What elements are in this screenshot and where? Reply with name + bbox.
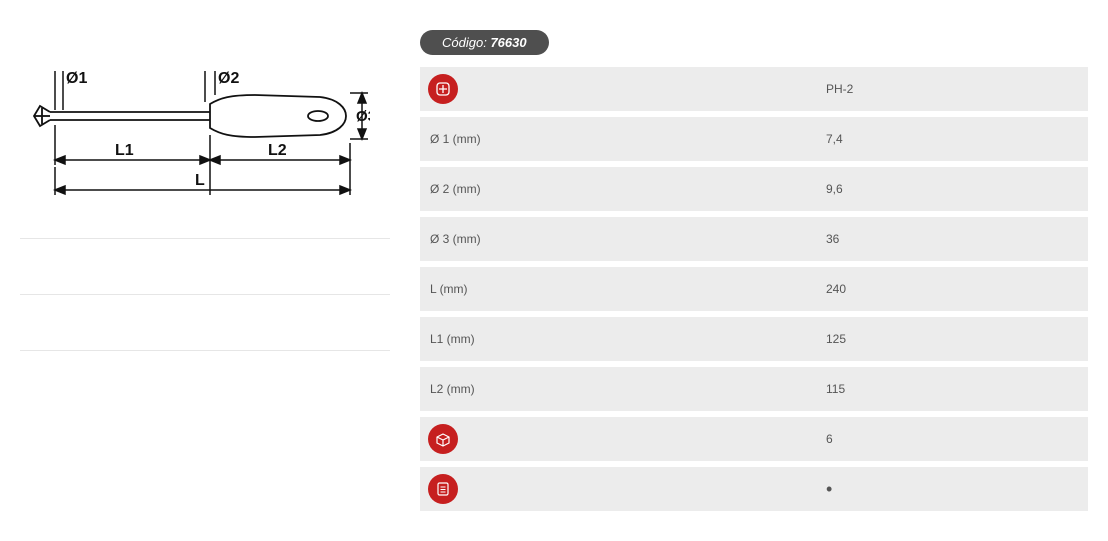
spec-value: 6: [826, 432, 833, 446]
spec-row: •: [420, 467, 1088, 511]
spec-value: 7,4: [826, 132, 843, 146]
diagram-column: Ø1 Ø2 Ø3 L1 L2 L: [20, 30, 390, 511]
divider: [20, 238, 390, 239]
box-icon: [428, 424, 458, 454]
spec-row: Ø 3 (mm) 36: [420, 217, 1088, 261]
spec-row: L2 (mm) 115: [420, 367, 1088, 411]
diagram-label-l1: L1: [115, 142, 134, 159]
spec-label: Ø 1 (mm): [426, 132, 826, 146]
spec-row: L (mm) 240: [420, 267, 1088, 311]
spec-label: Ø 2 (mm): [426, 182, 826, 196]
spec-row: Ø 1 (mm) 7,4: [420, 117, 1088, 161]
spec-row: Ø 2 (mm) 9,6: [420, 167, 1088, 211]
diagram-label-d1: Ø1: [66, 70, 87, 87]
screwdriver-diagram: Ø1 Ø2 Ø3 L1 L2 L: [20, 35, 370, 205]
spec-label: Ø 3 (mm): [426, 232, 826, 246]
pack-icon: [428, 474, 458, 504]
diagram-label-l2: L2: [268, 142, 287, 159]
diagram-label-l: L: [195, 172, 205, 189]
spec-row: L1 (mm) 125: [420, 317, 1088, 361]
spec-label: L (mm): [426, 282, 826, 296]
spec-label: L1 (mm): [426, 332, 826, 346]
spec-row: 6: [420, 417, 1088, 461]
spec-value: 125: [826, 332, 846, 346]
spec-value: 115: [826, 382, 845, 396]
code-value: 76630: [490, 35, 526, 50]
divider: [20, 350, 390, 351]
diagram-label-d3: Ø3: [356, 108, 370, 125]
spec-value: 9,6: [826, 182, 843, 196]
spec-value: PH-2: [826, 82, 853, 96]
spec-row: PH-2: [420, 67, 1088, 111]
spec-value: •: [826, 480, 832, 498]
phillips-tip-icon: [428, 74, 458, 104]
spec-value: 240: [826, 282, 846, 296]
divider: [20, 294, 390, 295]
spec-label: L2 (mm): [426, 382, 826, 396]
product-code-badge: Código: 76630: [420, 30, 549, 55]
spec-column: Código: 76630 PH-2 Ø 1 (mm) 7,4 Ø 2 (mm)…: [420, 30, 1088, 511]
spec-value: 36: [826, 232, 839, 246]
code-label: Código:: [442, 35, 487, 50]
diagram-label-d2: Ø2: [218, 70, 239, 87]
